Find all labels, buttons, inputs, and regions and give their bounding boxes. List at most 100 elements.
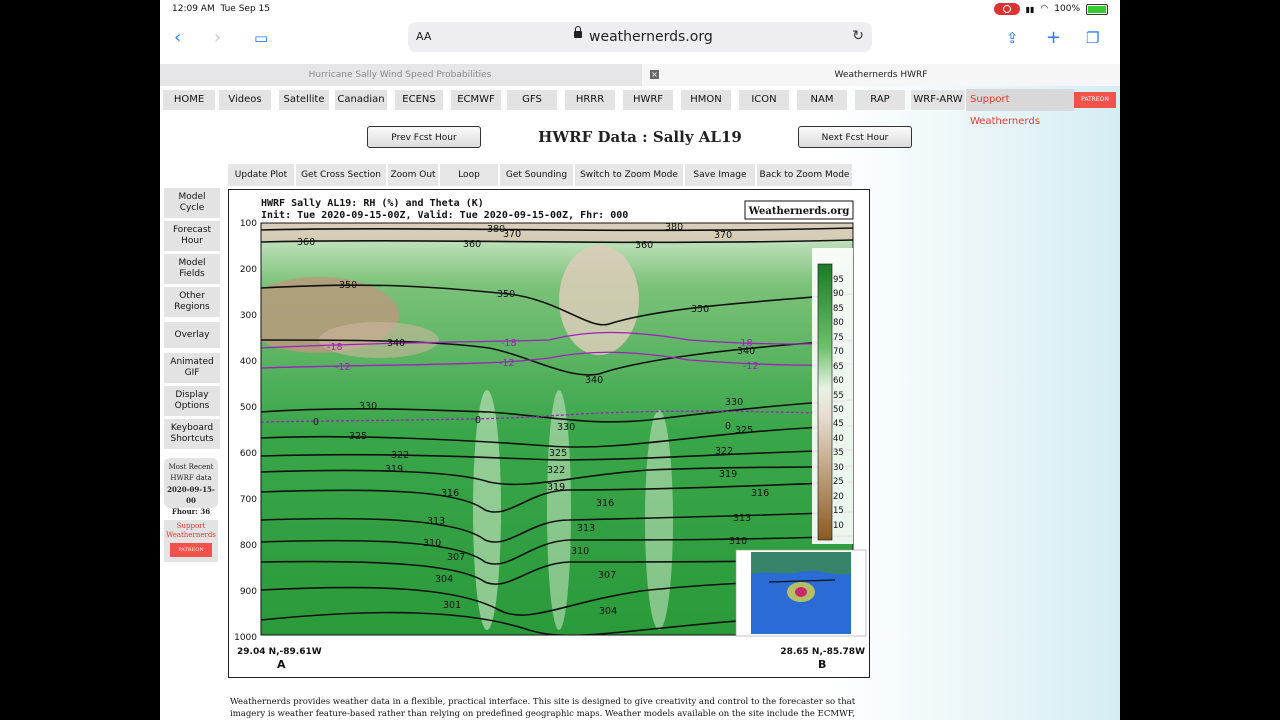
status-bar: 12:09 AM Tue Sep 15 ▮▮ ◠ 100% [160,0,1120,18]
sidebar-support-box[interactable]: Support Weathernerds PATREON [164,520,218,562]
point-b-label: B [818,658,826,671]
web-content: HOME Videos Satellite Canadian ECENS ECM… [160,86,1120,720]
theta-label: 380 [665,222,683,233]
theta-label: 340 [387,338,405,349]
clock-time: 12:09 AM [172,4,215,14]
y-tick-label: 400 [240,357,257,367]
y-tick-label: 200 [240,265,257,275]
theta-label: 310 [571,546,589,557]
theta-label: 350 [339,280,357,291]
theta-label: 360 [635,240,653,251]
switch-to-zoom-mode-button[interactable]: Switch to Zoom Mode [575,164,685,186]
colorbar-tick: 10 [833,521,844,531]
prev-fcst-hour-button[interactable]: Prev Fcst Hour [367,126,481,148]
get-cross-section-button[interactable]: Get Cross Section [296,164,388,186]
most-recent-data-box[interactable]: Most Recent HWRF data 2020-09-15-00 Fhou… [164,458,218,516]
start-coordinate-label: 29.04 N,-89.61W [237,647,322,657]
theta-label: 370 [503,229,521,240]
plot-title: HWRF Sally AL19: RH (%) and Theta (K) [261,198,484,209]
theta-label: 316 [751,488,769,499]
sidebar-model-cycle[interactable]: Model Cycle [164,188,220,218]
battery-icon [1086,3,1108,15]
nav-ecens[interactable]: ECENS [394,89,444,111]
tab-bar: Hurricane Sally Wind Speed Probabilities… [160,64,1120,86]
tabs-overview-icon[interactable]: ❐ [1086,28,1099,48]
signal-icon: ▮▮ [1025,4,1035,14]
y-tick-label: 900 [240,587,257,597]
forward-icon[interactable]: › [214,28,221,48]
nav-support-weathernerds[interactable]: Support Weathernerds [966,89,1074,127]
colorbar-tick: 60 [833,376,844,386]
sidebar-label: Forecast [172,225,212,235]
colorbar-tick: 95 [833,275,844,285]
reload-icon[interactable]: ↻ [852,28,864,44]
colorbar-tick: 50 [833,405,844,415]
nav-nam[interactable]: NAM [796,89,848,111]
reader-options-button[interactable]: AA [416,30,431,43]
sidebar-overlay[interactable]: Overlay [164,322,220,348]
nav-satellite[interactable]: Satellite [278,89,330,111]
theta-label: 307 [598,570,616,581]
next-fcst-hour-button[interactable]: Next Fcst Hour [798,126,912,148]
nav-icon[interactable]: ICON [738,89,790,111]
nav-hrrr[interactable]: HRRR [564,89,616,111]
close-tab-icon[interactable]: × [650,70,659,79]
patreon-logo[interactable]: PATREON [1074,92,1116,108]
address-bar[interactable]: AA weathernerds.org ↻ [408,22,872,52]
status-time: 12:09 AM Tue Sep 15 [172,4,270,14]
battery-percent: 100% [1054,4,1080,14]
tab-weathernerds-hwrf[interactable]: × Weathernerds HWRF [642,64,1120,86]
inset-storm-center [795,587,807,597]
theta-label: 325 [549,448,567,459]
loop-button[interactable]: Loop [440,164,500,186]
share-icon[interactable]: ⇪ [1006,28,1019,48]
y-tick-label: 100 [240,219,257,229]
ipad-screen: 12:09 AM Tue Sep 15 ▮▮ ◠ 100% ‹ › ▭ AA w… [160,0,1120,720]
y-tick-label: 600 [240,449,257,459]
sidebar-label: Cycle [179,203,205,213]
theta-label: 370 [714,230,732,241]
cross-section-plot[interactable]: HWRF Sally AL19: RH (%) and Theta (K) In… [228,189,870,678]
theta-label: 316 [441,488,459,499]
cross-section-svg: HWRF Sally AL19: RH (%) and Theta (K) In… [234,198,867,671]
get-sounding-button[interactable]: Get Sounding [500,164,575,186]
sidebar-display-options[interactable]: Display Options [164,386,220,416]
nav-rap[interactable]: RAP [854,89,906,111]
nav-gfs[interactable]: GFS [506,89,558,111]
bookmarks-icon[interactable]: ▭ [254,28,268,48]
colorbar-tick: 15 [833,506,844,516]
sidebar-animated-gif[interactable]: Animated GIF [164,353,220,383]
sidebar-keyboard-shortcuts[interactable]: Keyboard Shortcuts [164,419,220,449]
sidebar-other-regions[interactable]: Other Regions [164,287,220,317]
save-image-button[interactable]: Save Image [685,164,757,186]
sidebar-model-fields[interactable]: Model Fields [164,254,220,284]
browser-toolbar: ‹ › ▭ AA weathernerds.org ↻ ⇪ + ❐ [160,18,1120,62]
nav-hmon[interactable]: HMON [680,89,732,111]
update-plot-button[interactable]: Update Plot [228,164,296,186]
zoom-out-button[interactable]: Zoom Out [388,164,440,186]
temp-label: 0 [313,417,319,428]
theta-label: 313 [427,516,445,527]
nav-canadian[interactable]: Canadian [334,89,388,111]
url-domain[interactable]: weathernerds.org [589,29,713,45]
theta-label: 350 [691,304,709,315]
theta-label: 340 [585,375,603,386]
sidebar-label: Overlay [174,329,210,340]
nav-wrf-arw[interactable]: WRF-ARW [910,89,966,111]
back-icon[interactable]: ‹ [174,28,181,48]
y-tick-label: 700 [240,495,257,505]
site-description: Weathernerds provides weather data in a … [230,697,856,719]
nav-ecmwf[interactable]: ECMWF [450,89,502,111]
patreon-logo[interactable]: PATREON [170,543,212,557]
sidebar-forecast-hour[interactable]: Forecast Hour [164,221,220,251]
nav-home[interactable]: HOME [162,89,216,111]
nav-hwrf[interactable]: HWRF [622,89,674,111]
nav-videos[interactable]: Videos [218,89,272,111]
colorbar-tick: 25 [833,477,844,487]
colorbar-tick: 55 [833,391,844,401]
theta-label: 350 [497,289,515,300]
back-to-zoom-mode-button[interactable]: Back to Zoom Mode [757,164,854,186]
theta-label: 325 [735,425,753,436]
tab-hurricane-sally[interactable]: Hurricane Sally Wind Speed Probabilities [160,64,640,86]
new-tab-icon[interactable]: + [1046,28,1061,48]
